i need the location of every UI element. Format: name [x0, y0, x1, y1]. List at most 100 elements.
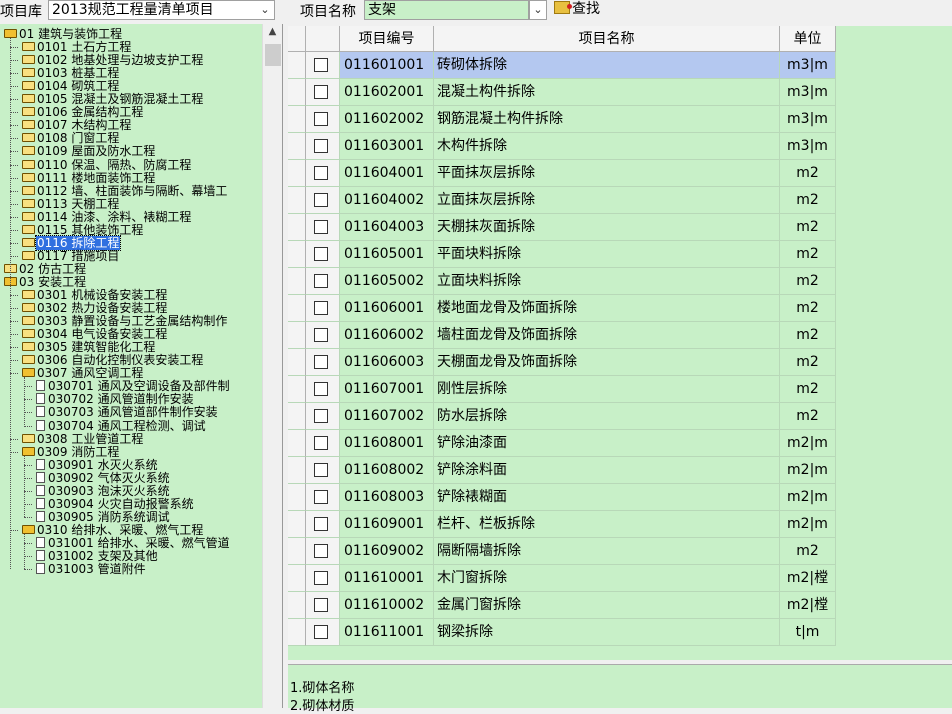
row-checkbox[interactable]	[314, 571, 328, 585]
tree-item[interactable]: 0110 保温、隔热、防腐工程	[22, 158, 192, 172]
row-unit[interactable]: m2	[780, 268, 836, 295]
row-checkbox[interactable]	[314, 274, 328, 288]
row-code[interactable]: 011604002	[340, 187, 434, 214]
tree-item[interactable]: 030902 气体灭火系统	[36, 471, 171, 485]
row-checkbox-cell[interactable]	[306, 79, 340, 106]
table-row[interactable]: 011604002 立面抹灰层拆除 m2	[288, 187, 836, 214]
row-unit[interactable]: t|m	[780, 619, 836, 646]
tree-item[interactable]: 0113 天棚工程	[22, 197, 120, 211]
row-unit[interactable]: m3|m	[780, 52, 836, 79]
row-code[interactable]: 011606002	[340, 322, 434, 349]
tree-item[interactable]: 02 仿古工程	[4, 262, 87, 276]
tree-item[interactable]: 030901 水灭火系统	[36, 458, 159, 472]
row-unit[interactable]: m2|m	[780, 430, 836, 457]
table-row[interactable]: 011608003 铲除裱糊面 m2|m	[288, 484, 836, 511]
row-checkbox-cell[interactable]	[306, 511, 340, 538]
table-row[interactable]: 011608001 铲除油漆面 m2|m	[288, 430, 836, 457]
tree-item[interactable]: 0109 屋面及防水工程	[22, 145, 156, 158]
row-checkbox[interactable]	[314, 490, 328, 504]
row-unit[interactable]: m2	[780, 376, 836, 403]
row-checkbox[interactable]	[314, 112, 328, 126]
row-code[interactable]: 011611001	[340, 619, 434, 646]
row-checkbox[interactable]	[314, 355, 328, 369]
row-code[interactable]: 011608002	[340, 457, 434, 484]
tree-item[interactable]: 0309 消防工程	[22, 445, 120, 459]
row-name[interactable]: 木门窗拆除	[434, 565, 780, 592]
row-code[interactable]: 011605002	[340, 268, 434, 295]
row-checkbox-cell[interactable]	[306, 376, 340, 403]
row-checkbox-cell[interactable]	[306, 457, 340, 484]
row-name[interactable]: 钢筋混凝土构件拆除	[434, 106, 780, 133]
row-unit[interactable]: m2	[780, 538, 836, 565]
table-row[interactable]: 011602002 钢筋混凝土构件拆除 m3|m	[288, 106, 836, 133]
tree-item[interactable]: 030703 通风管道部件制作安装	[36, 406, 219, 419]
row-code[interactable]: 011609002	[340, 538, 434, 565]
tree-item[interactable]: 0115 其他装饰工程	[22, 223, 144, 237]
chevron-down-icon[interactable]: ⌄	[258, 1, 272, 19]
name-search-input[interactable]: 支架	[364, 0, 529, 20]
row-unit[interactable]: m2	[780, 160, 836, 187]
row-checkbox-cell[interactable]	[306, 538, 340, 565]
row-code[interactable]: 011609001	[340, 511, 434, 538]
row-code[interactable]: 011610001	[340, 565, 434, 592]
table-row[interactable]: 011608002 铲除涂料面 m2|m	[288, 457, 836, 484]
table-row[interactable]: 011605001 平面块料拆除 m2	[288, 241, 836, 268]
row-name[interactable]: 刚性层拆除	[434, 376, 780, 403]
row-checkbox[interactable]	[314, 193, 328, 207]
header-unit[interactable]: 单位	[780, 26, 836, 52]
row-name[interactable]: 立面抹灰层拆除	[434, 187, 780, 214]
row-checkbox-cell[interactable]	[306, 160, 340, 187]
row-unit[interactable]: m2	[780, 403, 836, 430]
row-checkbox[interactable]	[314, 139, 328, 153]
row-checkbox[interactable]	[314, 409, 328, 423]
table-row[interactable]: 011605002 立面块料拆除 m2	[288, 268, 836, 295]
header-name[interactable]: 项目名称	[434, 26, 780, 52]
row-unit[interactable]: m2	[780, 187, 836, 214]
row-name[interactable]: 栏杆、栏板拆除	[434, 511, 780, 538]
row-name[interactable]: 铲除油漆面	[434, 430, 780, 457]
category-tree[interactable]: 01 建筑与装饰工程 0101 土石方工程 0102 地基处理与边坡支护工程 0103…	[0, 24, 283, 708]
row-code[interactable]: 011604001	[340, 160, 434, 187]
row-checkbox[interactable]	[314, 85, 328, 99]
row-checkbox-cell[interactable]	[306, 592, 340, 619]
row-unit[interactable]: m3|m	[780, 79, 836, 106]
row-unit[interactable]: m2	[780, 214, 836, 241]
row-unit[interactable]: m3|m	[780, 133, 836, 160]
row-checkbox-cell[interactable]	[306, 295, 340, 322]
row-code[interactable]: 011604003	[340, 214, 434, 241]
row-code[interactable]: 011607002	[340, 403, 434, 430]
table-row[interactable]: 011606001 楼地面龙骨及饰面拆除 m2	[288, 295, 836, 322]
table-row[interactable]: 011602001 混凝土构件拆除 m3|m	[288, 79, 836, 106]
row-checkbox[interactable]	[314, 382, 328, 396]
row-name[interactable]: 平面块料拆除	[434, 241, 780, 268]
row-code[interactable]: 011602001	[340, 79, 434, 106]
row-unit[interactable]: m2	[780, 241, 836, 268]
row-unit[interactable]: m2|樘	[780, 592, 836, 619]
tree-item[interactable]: 0310 给排水、采暖、燃气工程	[22, 523, 204, 537]
library-select[interactable]: 2013规范工程量清单项目 ⌄	[48, 0, 275, 20]
table-row[interactable]: 011609001 栏杆、栏板拆除 m2|m	[288, 511, 836, 538]
header-check[interactable]	[306, 26, 340, 52]
row-name[interactable]: 立面块料拆除	[434, 268, 780, 295]
table-row[interactable]: 011610001 木门窗拆除 m2|樘	[288, 565, 836, 592]
row-checkbox-cell[interactable]	[306, 133, 340, 160]
row-unit[interactable]: m3|m	[780, 106, 836, 133]
row-checkbox[interactable]	[314, 220, 328, 234]
row-unit[interactable]: m2|m	[780, 457, 836, 484]
row-unit[interactable]: m2|m	[780, 511, 836, 538]
row-checkbox[interactable]	[314, 436, 328, 450]
row-checkbox[interactable]	[314, 328, 328, 342]
table-row[interactable]: 011607002 防水层拆除 m2	[288, 403, 836, 430]
tree-item[interactable]: 03 安装工程	[4, 275, 87, 289]
row-checkbox-cell[interactable]	[306, 565, 340, 592]
row-checkbox-cell[interactable]	[306, 322, 340, 349]
row-checkbox-cell[interactable]	[306, 403, 340, 430]
row-checkbox[interactable]	[314, 463, 328, 477]
name-dropdown-button[interactable]: ⌄	[529, 0, 547, 20]
row-code[interactable]: 011606003	[340, 349, 434, 376]
row-name[interactable]: 混凝土构件拆除	[434, 79, 780, 106]
row-checkbox[interactable]	[314, 166, 328, 180]
row-checkbox[interactable]	[314, 58, 328, 72]
row-name[interactable]: 防水层拆除	[434, 403, 780, 430]
row-checkbox-cell[interactable]	[306, 214, 340, 241]
